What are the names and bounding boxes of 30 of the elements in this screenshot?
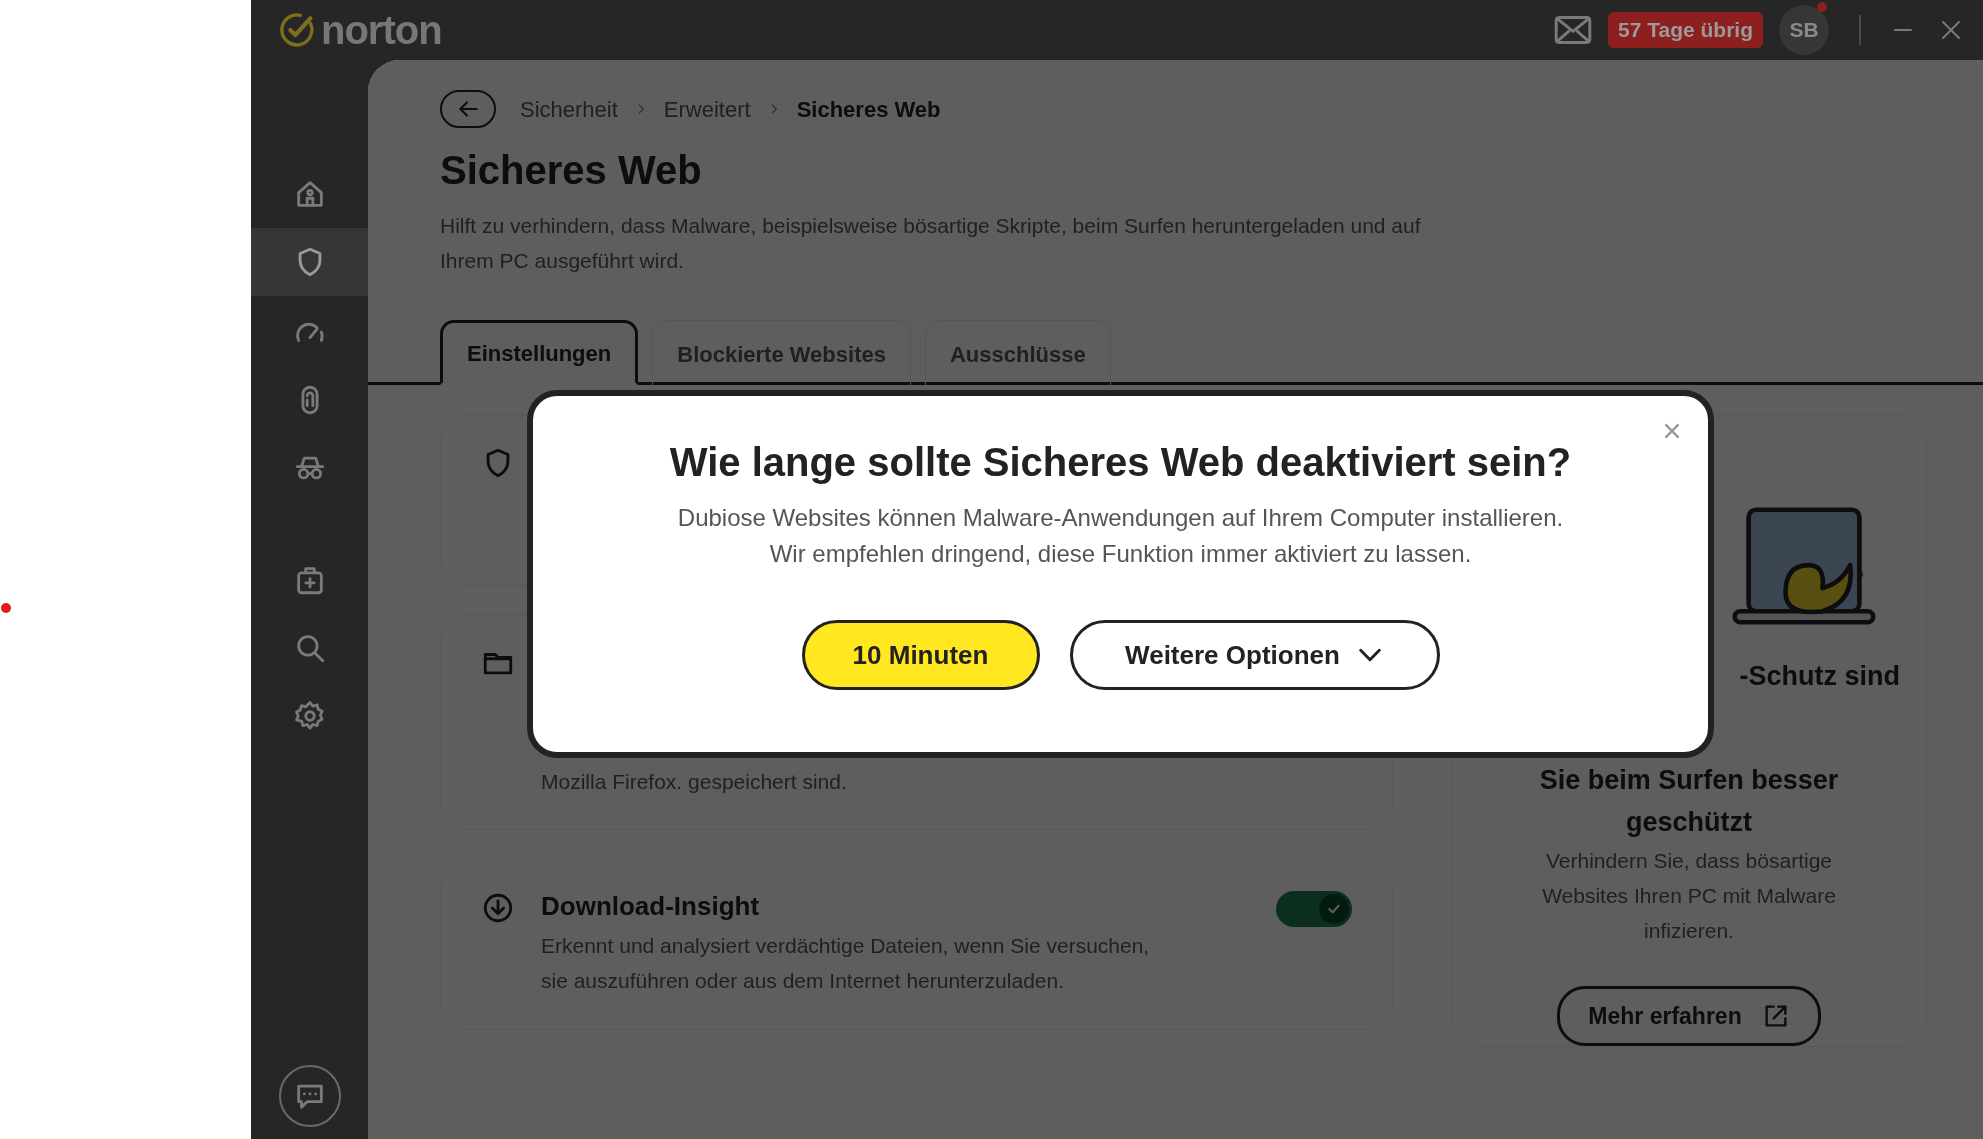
- page-description: Hilft zu verhindern, dass Malware, beispielsweise bösartige Skripte, beim Surfen heruntergeladen und auf Ihrem PC ausgeführt wird.: [440, 213, 1422, 274]
- dialog-message: Dubiose Websites können Malware-Anwendungen auf Ihrem Computer installieren. Wir empfehlen dringend, diese Funktion immer aktiviert zu lassen.: [677, 503, 1564, 569]
- options-button[interactable]: Weitere Optionen: [1069, 620, 1440, 690]
- avatar[interactable]: SB: [1779, 5, 1829, 55]
- dialog-title: Wie lange sollte Sicheres Web deaktiviert sein?: [669, 439, 1572, 486]
- promo-title: Sie beim Surfen besser geschützt: [1539, 763, 1839, 839]
- back-button[interactable]: [440, 90, 496, 128]
- chat-button[interactable]: [278, 1065, 341, 1127]
- mail-icon[interactable]: [1554, 15, 1592, 45]
- tab[interactable]: Ausschlüsse: [924, 320, 1111, 385]
- learn-more-button[interactable]: Mehr erfahren: [1557, 985, 1821, 1046]
- logo-text: norton: [321, 10, 442, 50]
- download-icon: [481, 891, 515, 925]
- promo-title: -Schutz sind: [1739, 660, 1900, 693]
- setting-title: Download-Insight: [541, 891, 761, 923]
- primary-button[interactable]: 10 Minuten: [801, 620, 1040, 690]
- check-circle-icon: [277, 10, 317, 50]
- breadcrumb-link[interactable]: Erweitert: [663, 92, 751, 126]
- breadcrumb-link[interactable]: Sicherheit: [520, 92, 618, 126]
- page-title: Sicheres Web: [440, 147, 703, 194]
- toggle-switch[interactable]: [1276, 891, 1352, 927]
- trial-days-badge: 57 Tage übrig: [1608, 12, 1763, 48]
- sidebar-item[interactable]: [251, 228, 368, 296]
- setting-description: Mozilla Firefox. gespeichert sind.: [541, 769, 847, 795]
- setting-description: Erkennt und analysiert verdächtige Dateien, wenn Sie versuchen, sie auszuführen oder aus dem Internet herunterzuladen.: [541, 933, 1150, 995]
- breadcrumb-current: Sicheres Web: [796, 95, 941, 124]
- tab[interactable]: Einstellungen: [440, 320, 639, 385]
- tab[interactable]: Blockierte Websites: [652, 320, 911, 385]
- promo-text: Verhindern Sie, dass bösartige Websites Ihren PC mit Malware infizieren.: [1542, 847, 1836, 944]
- close-icon[interactable]: [1939, 18, 1963, 42]
